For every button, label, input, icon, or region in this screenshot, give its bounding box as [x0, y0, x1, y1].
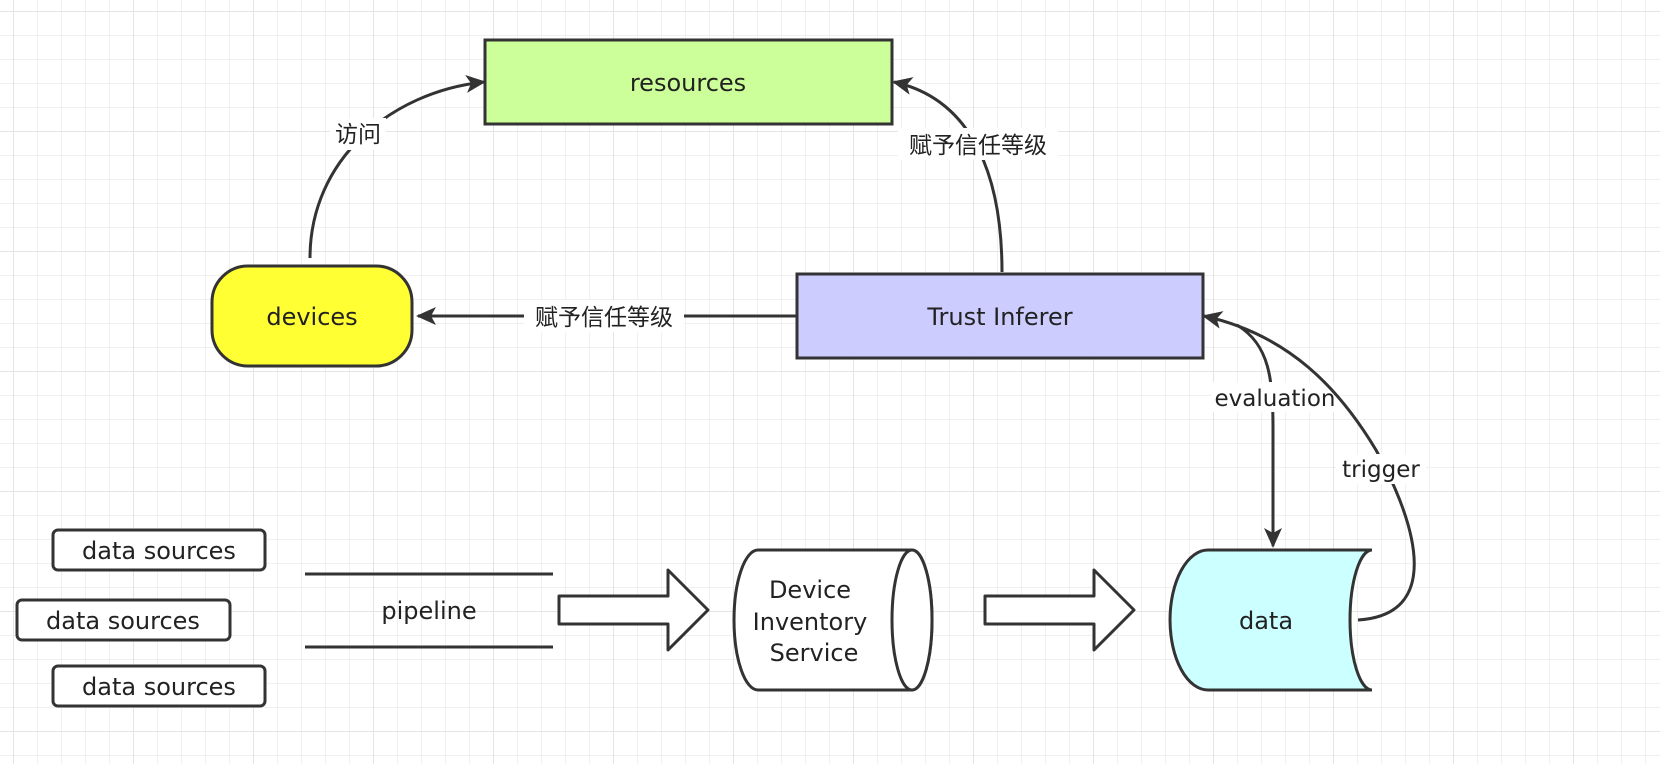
diagram-svg: 访问 赋予信任等级 赋予信任等级 evaluation trigger pipe… [15, 38, 1426, 708]
node-devices-label: devices [266, 303, 357, 331]
node-data-sources-1[interactable]: data sources [51, 528, 267, 572]
node-trust-inferer-label: Trust Inferer [926, 303, 1072, 331]
service-label-line-2: Inventory [753, 608, 868, 636]
node-data-sources-3[interactable]: data sources [51, 664, 267, 708]
block-arrow-pipeline-to-service [557, 568, 710, 652]
node-data-label: data [1239, 607, 1293, 635]
block-arrow-service-to-data [983, 568, 1136, 652]
node-devices[interactable]: devices [210, 264, 414, 368]
node-data-sources-2[interactable]: data sources [15, 598, 232, 642]
edge-label-trust-level-resources: 赋予信任等级 [909, 133, 1047, 159]
node-device-inventory-service[interactable]: Device Inventory Service [732, 548, 934, 692]
pipeline-label: pipeline [381, 597, 476, 625]
node-trust-inferer[interactable]: Trust Inferer [795, 272, 1205, 360]
edge-label-evaluation: evaluation [1215, 386, 1336, 412]
data-sources-label: data sources [82, 537, 236, 565]
edge-devices-to-resources[interactable] [308, 74, 486, 259]
node-resources-label: resources [630, 69, 746, 97]
node-resources[interactable]: resources [483, 38, 894, 126]
diagram-canvas: 访问 赋予信任等级 赋予信任等级 evaluation trigger pipe… [0, 0, 1660, 764]
node-data[interactable]: data [1168, 548, 1373, 692]
edge-label-trigger: trigger [1342, 457, 1420, 483]
edge-label-trust-level-devices: 赋予信任等级 [535, 305, 673, 331]
edge-label-visit: 访问 [335, 122, 381, 148]
data-sources-label: data sources [46, 607, 200, 635]
edge-evaluation[interactable] [1236, 323, 1282, 548]
data-sources-label: data sources [82, 673, 236, 701]
service-label-line-3: Service [770, 639, 859, 667]
service-label-line-1: Device [769, 576, 851, 604]
edge-trust-to-resources[interactable] [892, 77, 1004, 273]
